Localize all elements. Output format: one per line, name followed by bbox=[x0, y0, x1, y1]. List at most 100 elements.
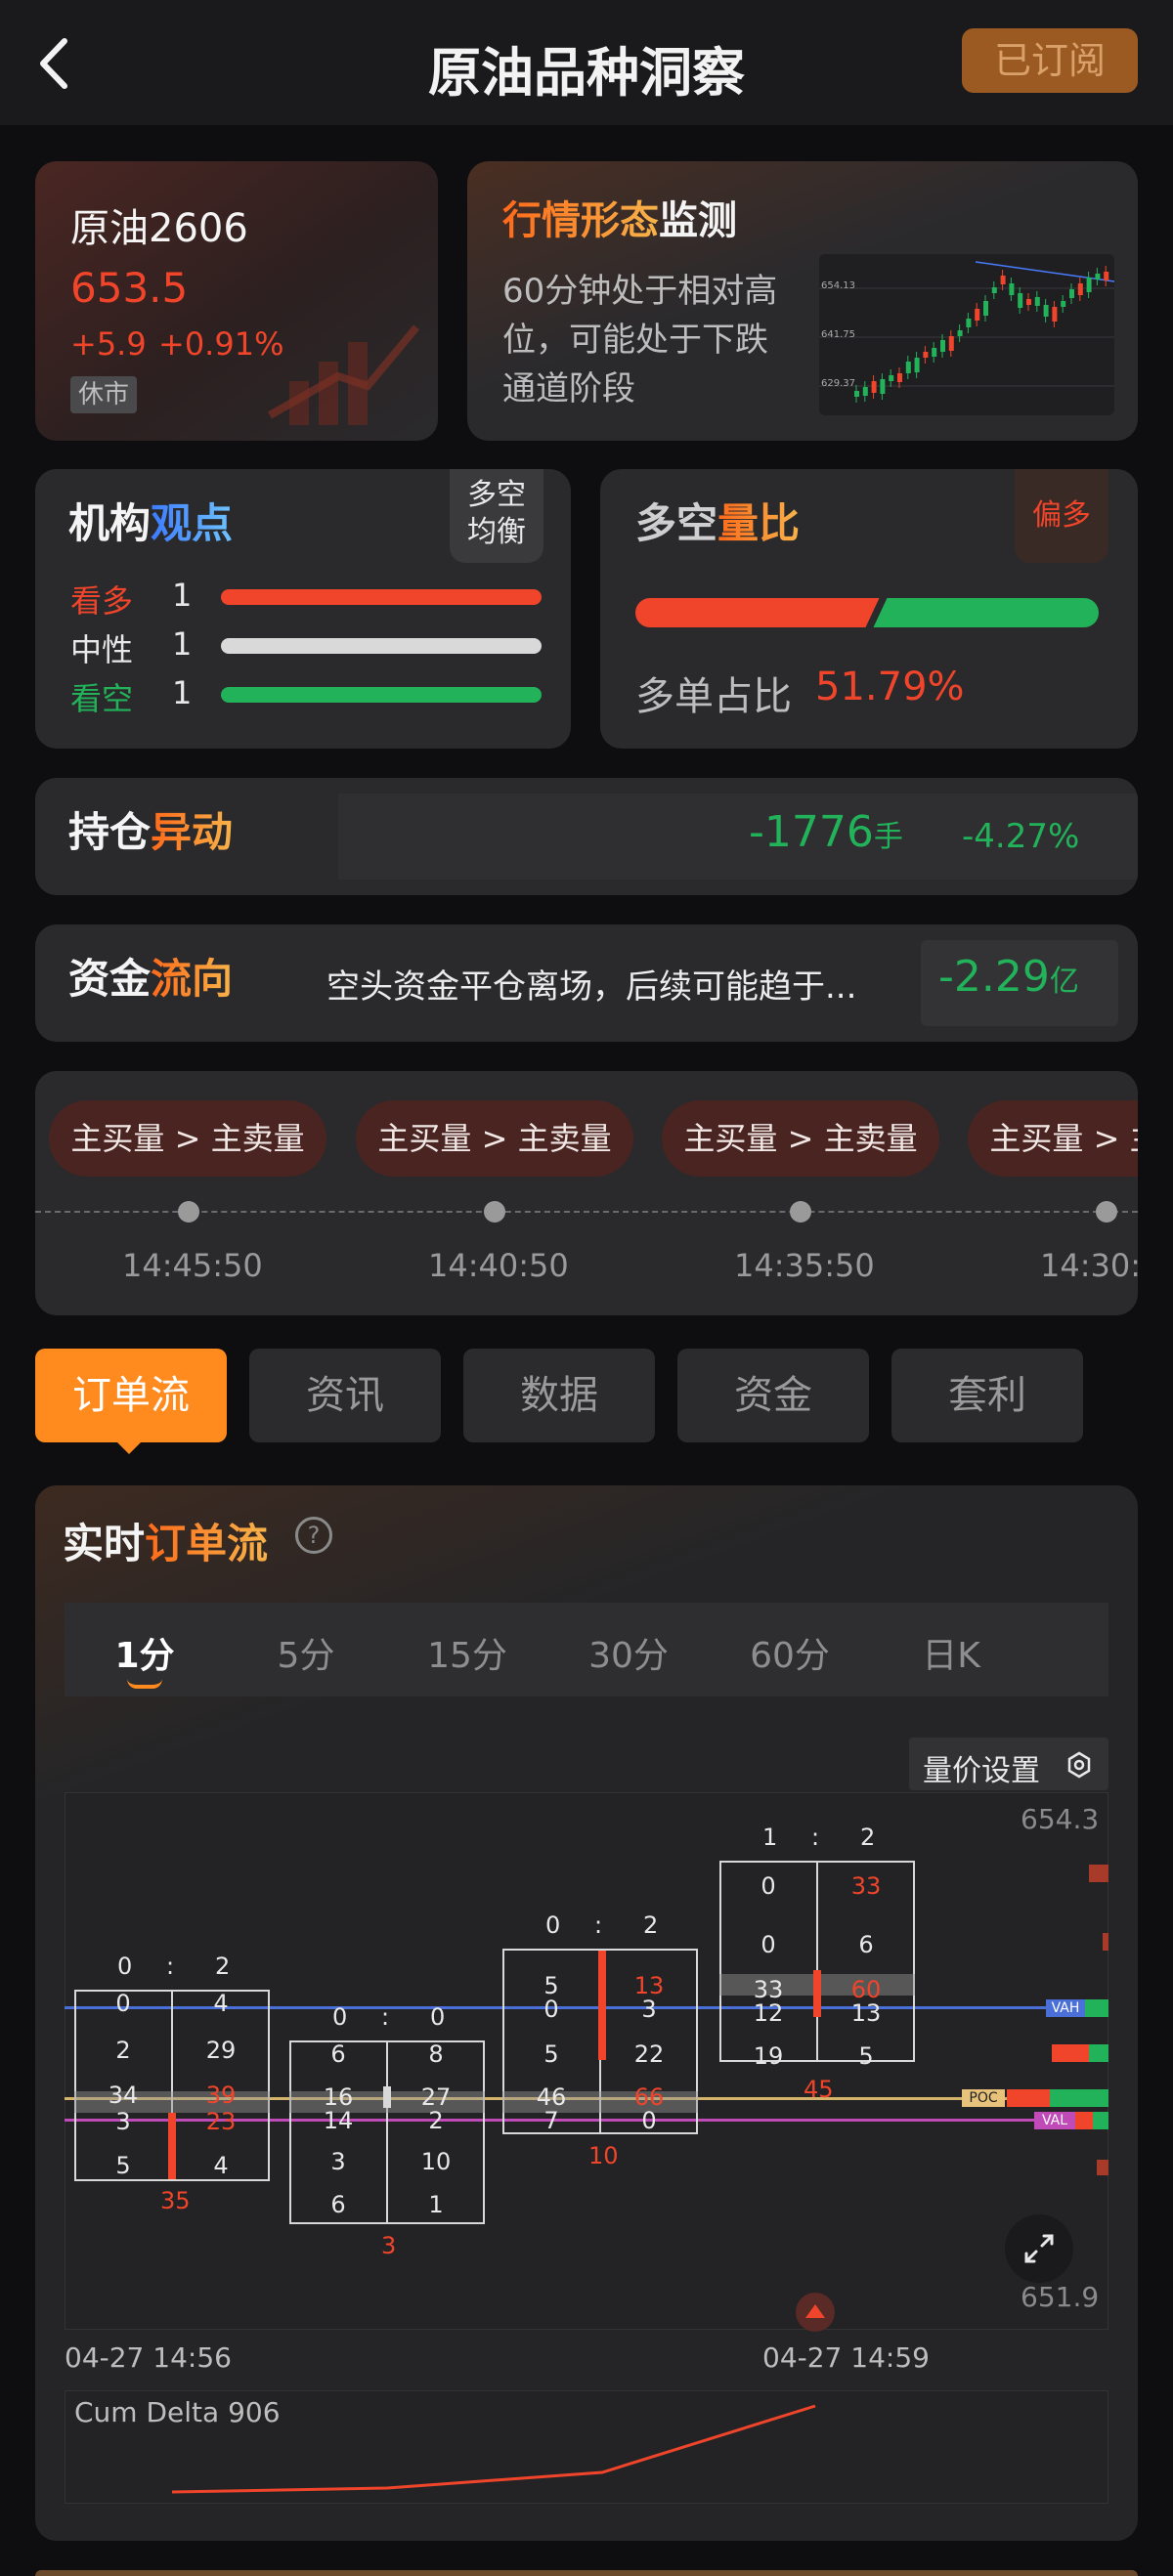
footprint-bid-volume: 3 bbox=[330, 2148, 346, 2175]
signal-tag-1[interactable]: 主买量 > 主卖量 bbox=[49, 1100, 326, 1177]
period-tab-30m[interactable]: 30分 bbox=[570, 1627, 687, 1678]
mini-candle bbox=[854, 391, 859, 397]
period-tab-60m[interactable]: 60分 bbox=[731, 1627, 848, 1678]
footprint-candle-body bbox=[598, 1951, 606, 2060]
long-ratio-value: 51.79% bbox=[815, 665, 965, 709]
tab-funds[interactable]: 资金 bbox=[677, 1349, 869, 1442]
price-high-label: 654.3 bbox=[1021, 1803, 1100, 1835]
help-icon[interactable]: ? bbox=[295, 1517, 332, 1554]
profile-bar bbox=[1089, 2044, 1108, 2062]
timeline-dot-2 bbox=[484, 1201, 505, 1223]
tab-arbitrage[interactable]: 套利 bbox=[891, 1349, 1083, 1442]
tab-data[interactable]: 数据 bbox=[463, 1349, 655, 1442]
period-tab-5m[interactable]: 5分 bbox=[247, 1627, 365, 1678]
neutral-count: 1 bbox=[172, 625, 193, 663]
timeline-dot-3 bbox=[790, 1201, 811, 1223]
footprint-candle-body bbox=[813, 1970, 821, 2017]
expand-chart-button[interactable] bbox=[1005, 2214, 1073, 2283]
footprint-bid-volume: 0 bbox=[543, 1996, 559, 2023]
signal-tag-3[interactable]: 主买量 > 主卖量 bbox=[662, 1100, 939, 1177]
period-active-indicator bbox=[127, 1679, 162, 1689]
period-tab-1m[interactable]: 1分 bbox=[86, 1627, 203, 1678]
footprint-candle-header: 1 bbox=[762, 1824, 778, 1851]
institution-view-card[interactable]: 机构观点 多空 均衡 看多 1 中性 1 看空 1 bbox=[35, 469, 571, 749]
funds-value: -2.29亿 bbox=[938, 952, 1079, 1002]
contract-price: 653.5 bbox=[70, 264, 189, 312]
footprint-candle-body bbox=[383, 2086, 391, 2108]
ratio-title: 多空 bbox=[635, 499, 718, 547]
footprint-bid-volume: 5 bbox=[115, 2152, 131, 2179]
order-flow-title-accent: 订单流 bbox=[145, 1520, 269, 1567]
active-tab-pointer bbox=[115, 1440, 143, 1454]
timeline-time-3: 14:35:50 bbox=[734, 1247, 875, 1284]
footprint-candle-header: : bbox=[594, 1911, 603, 1939]
chart-position-marker[interactable] bbox=[796, 2293, 835, 2332]
mini-candle bbox=[923, 352, 929, 358]
settings-label: 量价设置 bbox=[923, 1754, 1040, 1788]
footprint-candle-divider bbox=[816, 1861, 818, 2062]
next-panel-edge bbox=[35, 2570, 1138, 2576]
footprint-bid-volume: 34 bbox=[108, 2082, 139, 2109]
mini-chart-label-low: 629.37 bbox=[821, 378, 855, 389]
val-tag: VAL bbox=[1034, 2112, 1075, 2129]
position-value: -1776手 bbox=[749, 807, 903, 857]
tab-news[interactable]: 资讯 bbox=[249, 1349, 441, 1442]
position-change-card[interactable]: 持仓异动 -1776手 -4.27% bbox=[35, 778, 1138, 895]
signal-tag-4[interactable]: 主买量 > 主卖量 bbox=[968, 1100, 1138, 1177]
tab-order-flow[interactable]: 订单流 bbox=[35, 1349, 227, 1442]
footprint-ask-volume: 8 bbox=[428, 2040, 444, 2068]
signal-timeline: 主买量 > 主卖量 主买量 > 主卖量 主买量 > 主卖量 主买量 > 主卖量 … bbox=[35, 1071, 1138, 1315]
mini-candle bbox=[1095, 274, 1101, 279]
footprint-bid-volume: 12 bbox=[753, 1999, 784, 2027]
mini-candle bbox=[1052, 307, 1058, 322]
profile-bar bbox=[1075, 2112, 1093, 2129]
contract-name: 原油2606 bbox=[70, 206, 248, 251]
footprint-ask-volume: 5 bbox=[858, 2042, 874, 2070]
neutral-bar bbox=[221, 638, 542, 654]
footprint-candle-header: : bbox=[166, 1953, 175, 1980]
funds-title-accent: 流向 bbox=[151, 955, 234, 1003]
mini-candle bbox=[1077, 283, 1083, 295]
mini-candle bbox=[940, 340, 945, 352]
period-tab-15m[interactable]: 15分 bbox=[409, 1627, 526, 1678]
footprint-bid-volume: 19 bbox=[753, 2042, 784, 2070]
profile-bar bbox=[1050, 2089, 1108, 2107]
long-short-ratio-card[interactable]: 多空量比 偏多 多单占比 51.79% bbox=[600, 469, 1138, 749]
mini-candle bbox=[1000, 276, 1006, 284]
footprint-ask-volume: 1 bbox=[428, 2191, 444, 2218]
cum-delta-line bbox=[171, 2404, 816, 2494]
profile-bar bbox=[1052, 2044, 1089, 2062]
mini-chart-label-high: 654.13 bbox=[821, 280, 855, 291]
footprint-ask-volume: 2 bbox=[428, 2107, 444, 2134]
funds-title: 资金 bbox=[68, 955, 152, 1003]
position-title: 持仓 bbox=[68, 808, 152, 856]
footprint-ask-volume: 29 bbox=[205, 2037, 237, 2064]
period-tab-daily[interactable]: 日K bbox=[892, 1627, 1010, 1678]
timeline-time-1: 14:45:50 bbox=[122, 1247, 263, 1284]
mini-candle bbox=[957, 330, 963, 336]
footprint-candle-header: 0 bbox=[545, 1911, 561, 1939]
footprint-delta: 45 bbox=[804, 2076, 834, 2103]
volume-price-settings-button[interactable]: 量价设置 bbox=[909, 1738, 1108, 1790]
neutral-label: 中性 bbox=[70, 631, 134, 668]
mini-candle bbox=[862, 387, 868, 396]
profile-bar bbox=[1085, 1999, 1108, 2017]
mini-candle bbox=[897, 373, 902, 382]
pattern-card[interactable]: 行情形态监测 60分钟处于相对高位，可能处于下跌通道阶段 654.13 641.… bbox=[467, 161, 1138, 441]
signal-tag-2[interactable]: 主买量 > 主卖量 bbox=[356, 1100, 633, 1177]
mini-candle bbox=[983, 301, 988, 316]
contract-card[interactable]: 原油2606 653.5 +5.9 +0.91% 休市 bbox=[35, 161, 438, 441]
mini-candle bbox=[871, 381, 877, 393]
position-unit: 手 bbox=[873, 820, 903, 854]
subscribed-button[interactable]: 已订阅 bbox=[962, 28, 1138, 93]
footprint-bid-volume: 7 bbox=[543, 2107, 559, 2134]
consensus-badge: 多空 均衡 bbox=[450, 469, 543, 563]
ratio-bar bbox=[635, 598, 1099, 627]
footprint-bid-volume: 14 bbox=[323, 2107, 354, 2134]
bearish-bar bbox=[221, 687, 542, 703]
footprint-candle-header: 0 bbox=[117, 1953, 133, 1980]
fund-flow-card[interactable]: 资金流向 空头资金平仓离场，后续可能趋于... -2.29亿 bbox=[35, 924, 1138, 1042]
footprint-ask-volume: 4 bbox=[213, 2152, 229, 2179]
timeline-dot-4 bbox=[1096, 1201, 1117, 1223]
funds-number: -2.29 bbox=[938, 952, 1050, 1002]
